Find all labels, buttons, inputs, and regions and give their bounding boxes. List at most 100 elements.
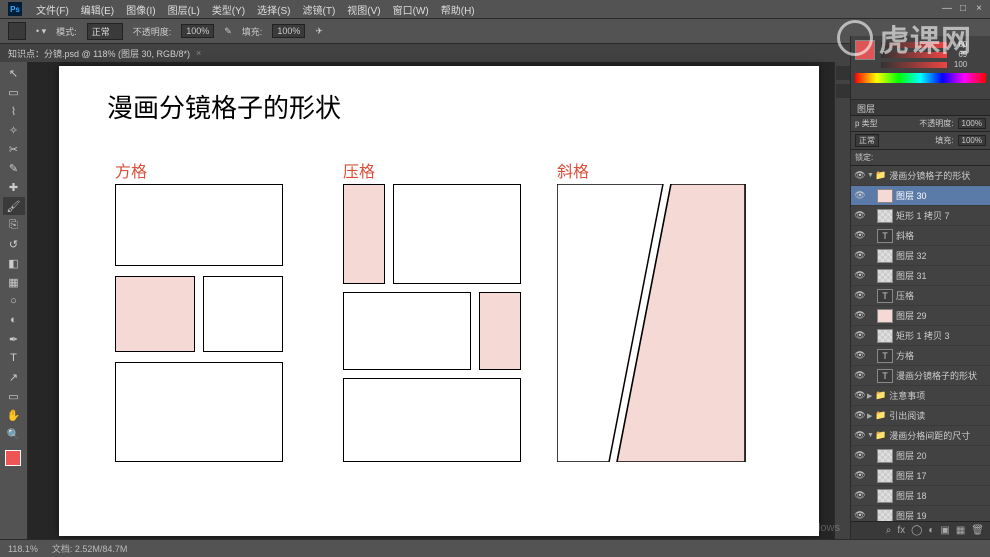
visibility-icon[interactable]: 👁: [853, 390, 867, 401]
wand-tool[interactable]: ✧: [3, 121, 25, 139]
menu-view[interactable]: 视图(V): [341, 2, 386, 17]
dodge-tool[interactable]: ◐: [3, 311, 25, 329]
layer-row[interactable]: 👁 图层 19: [851, 506, 990, 521]
type-tool[interactable]: T: [3, 349, 25, 367]
layer-name[interactable]: 图层 31: [896, 269, 988, 282]
document-canvas[interactable]: 漫画分镜格子的形状 方格 压格 斜格: [59, 66, 819, 536]
collapsed-panel-strip[interactable]: [834, 62, 850, 539]
value-b[interactable]: 100: [949, 60, 967, 69]
layer-name[interactable]: 图层 19: [896, 509, 988, 521]
layer-list[interactable]: 👁▼📁漫画分镜格子的形状👁图层 30👁矩形 1 拷贝 7👁T斜格👁图层 32👁图…: [851, 166, 990, 521]
layer-name[interactable]: 图层 32: [896, 249, 988, 262]
new-layer-icon[interactable]: ▦: [956, 525, 965, 536]
mask-icon[interactable]: ◯: [911, 525, 922, 536]
layer-name[interactable]: 矩形 1 拷贝 7: [896, 209, 988, 222]
layer-name[interactable]: 图层 29: [896, 309, 988, 322]
layer-row[interactable]: 👁图层 32: [851, 246, 990, 266]
layer-name[interactable]: 图层 20: [896, 449, 988, 462]
layer-row[interactable]: 👁▼📁漫画分格间距的尺寸: [851, 426, 990, 446]
visibility-icon[interactable]: 👁: [853, 510, 867, 521]
layer-row[interactable]: 👁 图层 29: [851, 306, 990, 326]
layer-row[interactable]: 👁 图层 31: [851, 266, 990, 286]
layer-name[interactable]: 矩形 1 拷贝 3: [896, 329, 988, 342]
gradient-tool[interactable]: ▦: [3, 273, 25, 291]
visibility-icon[interactable]: 👁: [853, 430, 867, 441]
slider-b[interactable]: [881, 62, 947, 68]
document-tab[interactable]: 知识点：分镜.psd @ 118% (图层 30, RGB/8*): [8, 47, 190, 60]
foreground-swatch[interactable]: [855, 40, 875, 60]
slider-g[interactable]: [881, 52, 947, 58]
layer-name[interactable]: 图层 30: [896, 189, 988, 202]
layer-opacity-input[interactable]: 100%: [958, 118, 986, 129]
layer-row[interactable]: 👁 矩形 1 拷贝 7: [851, 206, 990, 226]
flow-input[interactable]: 100%: [272, 24, 305, 38]
layer-fill-input[interactable]: 100%: [958, 135, 986, 146]
lasso-tool[interactable]: ⌇: [3, 102, 25, 120]
pressure-icon[interactable]: ✎: [224, 26, 232, 37]
visibility-icon[interactable]: 👁: [853, 230, 867, 241]
layer-name[interactable]: 漫画分镜格子的形状: [896, 369, 988, 382]
zoom-tool[interactable]: 🔍: [3, 425, 25, 443]
layer-name[interactable]: 斜格: [896, 229, 988, 242]
layers-tab[interactable]: 图层: [857, 104, 875, 114]
maximize-button[interactable]: □: [956, 2, 970, 14]
layer-row[interactable]: 👁 图层 17: [851, 466, 990, 486]
layer-name[interactable]: 漫画分镜格子的形状: [889, 169, 988, 182]
marquee-tool[interactable]: ▭: [3, 83, 25, 101]
visibility-icon[interactable]: 👁: [853, 490, 867, 501]
layer-name[interactable]: 引出阅读: [889, 409, 988, 422]
pen-tool[interactable]: ✒: [3, 330, 25, 348]
menu-help[interactable]: 帮助(H): [435, 2, 481, 17]
visibility-icon[interactable]: 👁: [853, 210, 867, 221]
visibility-icon[interactable]: 👁: [853, 330, 867, 341]
zoom-level[interactable]: 118.1%: [8, 544, 38, 554]
blend-mode[interactable]: 正常: [855, 134, 879, 147]
move-tool[interactable]: ↖: [3, 64, 25, 82]
visibility-icon[interactable]: 👁: [853, 190, 867, 201]
visibility-icon[interactable]: 👁: [853, 290, 867, 301]
crop-tool[interactable]: ✂: [3, 140, 25, 158]
layer-row[interactable]: 👁图层 18: [851, 486, 990, 506]
layer-row[interactable]: 👁▼📁漫画分镜格子的形状: [851, 166, 990, 186]
layer-name[interactable]: 方格: [896, 349, 988, 362]
blend-mode-dropdown[interactable]: 正常: [87, 23, 123, 40]
visibility-icon[interactable]: 👁: [853, 270, 867, 281]
visibility-icon[interactable]: 👁: [853, 410, 867, 421]
path-tool[interactable]: ↗: [3, 368, 25, 386]
airbrush-icon[interactable]: ✈: [315, 26, 323, 37]
layer-row[interactable]: 👁T漫画分镜格子的形状: [851, 366, 990, 386]
hand-tool[interactable]: ✋: [3, 406, 25, 424]
visibility-icon[interactable]: 👁: [853, 470, 867, 481]
menu-layer[interactable]: 图层(L): [162, 2, 206, 17]
visibility-icon[interactable]: 👁: [853, 310, 867, 321]
visibility-icon[interactable]: 👁: [853, 450, 867, 461]
slider-r[interactable]: [881, 42, 947, 48]
menu-window[interactable]: 窗口(W): [387, 2, 435, 17]
disclosure-icon[interactable]: ▶: [867, 392, 875, 400]
layer-row[interactable]: 👁 图层 20: [851, 446, 990, 466]
eyedropper-tool[interactable]: ✎: [3, 159, 25, 177]
panel-icon[interactable]: [836, 84, 850, 98]
minimize-button[interactable]: —: [940, 2, 954, 14]
brush-tool[interactable]: 🖌: [3, 197, 25, 215]
disclosure-icon[interactable]: ▼: [867, 432, 875, 439]
opacity-input[interactable]: 100%: [181, 24, 214, 38]
stamp-tool[interactable]: ⎘: [3, 216, 25, 234]
menu-filter[interactable]: 滤镜(T): [297, 2, 342, 17]
eraser-tool[interactable]: ◧: [3, 254, 25, 272]
color-swatch[interactable]: [5, 450, 23, 468]
doc-info[interactable]: 文档: 2.52M/84.7M: [52, 542, 128, 555]
disclosure-icon[interactable]: ▶: [867, 412, 875, 420]
kind-filter[interactable]: p 类型: [855, 118, 878, 129]
layer-name[interactable]: 注意事项: [889, 389, 988, 402]
layer-name[interactable]: 压格: [896, 289, 988, 302]
blur-tool[interactable]: ○: [3, 292, 25, 310]
layer-name[interactable]: 图层 17: [896, 469, 988, 482]
menu-type[interactable]: 类型(Y): [206, 2, 251, 17]
menu-file[interactable]: 文件(F): [30, 2, 75, 17]
layer-row[interactable]: 👁 矩形 1 拷贝 3: [851, 326, 990, 346]
layer-row[interactable]: 👁T斜格: [851, 226, 990, 246]
history-brush-tool[interactable]: ↺: [3, 235, 25, 253]
adjustment-icon[interactable]: ◐: [928, 525, 934, 536]
color-spectrum[interactable]: [855, 73, 986, 83]
